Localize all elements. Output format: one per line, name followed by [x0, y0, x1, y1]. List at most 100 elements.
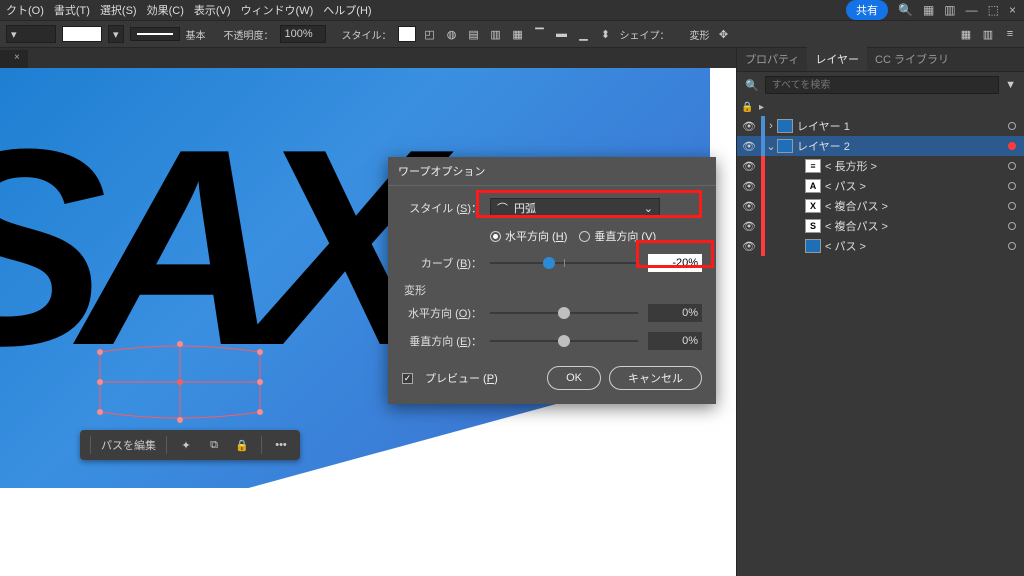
dropdown-1[interactable]: ▾ — [6, 25, 56, 43]
target-icon[interactable] — [1008, 182, 1016, 190]
layer-row[interactable]: 👁 ⌄ レイヤー 2 — [737, 136, 1024, 156]
vert-value[interactable]: 0% — [648, 332, 702, 350]
curve-row: カーブ (B)： -20% — [402, 254, 702, 272]
close-icon[interactable]: × — [1009, 3, 1016, 17]
transform-section-label: 変形 — [404, 282, 702, 298]
menu-object[interactable]: クト(O) — [6, 2, 44, 18]
tab-properties[interactable]: プロパティ — [737, 47, 807, 71]
panel-tabs: プロパティ レイヤー CC ライブラリ — [737, 48, 1024, 72]
align-left-icon[interactable]: ▤ — [466, 26, 482, 42]
target-icon[interactable] — [1008, 222, 1016, 230]
more-options-icon[interactable]: ••• — [272, 436, 290, 454]
menu-window[interactable]: ウィンドウ(W) — [241, 2, 314, 18]
menu-type[interactable]: 書式(T) — [54, 2, 90, 18]
layer-name: < 複合パス > — [825, 218, 888, 234]
recolor-icon[interactable]: ◍ — [444, 26, 460, 42]
style-swatch[interactable] — [398, 26, 416, 42]
align-right-icon[interactable]: ▦ — [510, 26, 526, 42]
visibility-icon[interactable]: 👁 — [737, 180, 761, 193]
target-icon[interactable] — [1008, 242, 1016, 250]
opacity-value[interactable]: 100% — [280, 25, 326, 43]
edit-path-button[interactable]: パスを編集 — [101, 437, 156, 453]
horiz-slider[interactable] — [490, 305, 638, 321]
align-bottom-icon[interactable]: ▁ — [576, 26, 592, 42]
more-icon[interactable]: ≡ — [1002, 26, 1018, 42]
layer-row[interactable]: 👁S< 複合パス > — [737, 216, 1024, 236]
arrange-icon[interactable]: ▦ — [923, 3, 934, 17]
layer-row[interactable]: 👁›レイヤー 1 — [737, 116, 1024, 136]
style-select[interactable]: ⌒ 円弧 ⌄ — [490, 198, 660, 218]
preview-checkbox[interactable] — [402, 373, 413, 384]
cancel-button[interactable]: キャンセル — [609, 366, 702, 390]
shape-label[interactable]: シェイプ： — [620, 27, 670, 42]
layer-row[interactable]: 👁X< 複合パス > — [737, 196, 1024, 216]
ok-button[interactable]: OK — [547, 366, 601, 390]
expand-icon[interactable]: › — [765, 120, 777, 132]
contextual-task-bar: パスを編集 ✦ ⧉ 🔒 ••• — [80, 430, 300, 460]
layer-list: 👁›レイヤー 1👁⌄レイヤー 2👁≡< 長方形 >👁A< パス >👁X< 複合パ… — [737, 116, 1024, 256]
layer-row[interactable]: 👁< パス > — [737, 236, 1024, 256]
orientation-vertical-radio[interactable]: 垂直方向 (V) — [579, 228, 656, 244]
chevron-down-icon[interactable]: ▸ — [759, 102, 764, 113]
vert-distort-row: 垂直方向 (E)： 0% — [402, 332, 702, 350]
document-tab[interactable]: × — [0, 50, 28, 70]
target-icon[interactable] — [1008, 162, 1016, 170]
tab-cc-libraries[interactable]: CC ライブラリ — [867, 47, 957, 71]
curve-slider[interactable] — [490, 255, 638, 271]
target-icon[interactable] — [1008, 122, 1016, 130]
layer-row[interactable]: 👁≡< 長方形 > — [737, 156, 1024, 176]
tab-layers[interactable]: レイヤー — [807, 47, 867, 71]
group-icon[interactable]: ⧉ — [205, 436, 223, 454]
style-row: スタイル (S)： ⌒ 円弧 ⌄ — [402, 198, 702, 218]
expand-icon[interactable]: ⌄ — [765, 140, 777, 153]
doc-setup-icon[interactable]: ◰ — [422, 26, 438, 42]
target-icon[interactable] — [1008, 202, 1016, 210]
fill-dropdown[interactable]: ▾ — [108, 25, 124, 43]
grid-icon[interactable]: ▥ — [980, 26, 996, 42]
vert-slider[interactable] — [490, 333, 638, 349]
visibility-icon[interactable]: 👁 — [737, 120, 761, 133]
isolate-icon[interactable]: ▦ — [958, 26, 974, 42]
maximize-icon[interactable]: ⬚ — [988, 3, 999, 17]
menu-bar: クト(O) 書式(T) 選択(S) 効果(C) 表示(V) ウィンドウ(W) ヘ… — [0, 0, 1024, 20]
horiz-value[interactable]: 0% — [648, 304, 702, 322]
transform-icon[interactable]: ✥ — [716, 26, 732, 42]
arrange-icon[interactable]: ✦ — [177, 436, 195, 454]
target-icon[interactable] — [1008, 142, 1016, 150]
visibility-icon[interactable]: 👁 — [737, 220, 761, 233]
lock-column-icon: 🔒 — [741, 102, 753, 113]
warp-mesh[interactable] — [100, 346, 260, 418]
minimize-icon[interactable]: — — [966, 3, 978, 17]
visibility-icon[interactable]: 👁 — [737, 140, 761, 153]
filter-icon[interactable]: ▼ — [1005, 79, 1016, 91]
orientation-horizontal-radio[interactable]: 水平方向 (H) — [490, 228, 567, 244]
layer-header: 🔒 ▸ — [737, 98, 1024, 116]
right-panel: プロパティ レイヤー CC ライブラリ 🔍 ▼ 🔒 ▸ 👁›レイヤー 1👁⌄レイ… — [736, 48, 1024, 576]
share-button[interactable]: 共有 — [846, 0, 888, 20]
fill-swatch[interactable] — [62, 26, 102, 42]
visibility-icon[interactable]: 👁 — [737, 160, 761, 173]
align-vcenter-icon[interactable]: ▬ — [554, 26, 570, 42]
menu-effect[interactable]: 効果(C) — [147, 2, 184, 18]
distribute-icon[interactable]: ⬍ — [598, 26, 614, 42]
menu-view[interactable]: 表示(V) — [194, 2, 231, 18]
menu-select[interactable]: 選択(S) — [100, 2, 137, 18]
chevron-down-icon: ⌄ — [644, 202, 653, 215]
layer-row[interactable]: 👁A< パス > — [737, 176, 1024, 196]
layer-name: レイヤー 2 — [797, 138, 850, 154]
transform-label[interactable]: 変形 — [690, 27, 710, 42]
stroke-preview[interactable] — [130, 27, 180, 41]
close-tab-icon[interactable]: × — [14, 52, 20, 63]
menu-help[interactable]: ヘルプ(H) — [323, 2, 371, 18]
lock-icon[interactable]: 🔒 — [233, 436, 251, 454]
workspace-icon[interactable]: ▥ — [944, 3, 955, 17]
visibility-icon[interactable]: 👁 — [737, 200, 761, 213]
align-hcenter-icon[interactable]: ▥ — [488, 26, 504, 42]
visibility-icon[interactable]: 👁 — [737, 240, 761, 253]
layer-search-input[interactable] — [765, 76, 999, 94]
curve-value[interactable]: -20% — [648, 254, 702, 272]
search-icon[interactable]: 🔍 — [898, 3, 913, 17]
warp-options-dialog: ワープオプション スタイル (S)： ⌒ 円弧 ⌄ 水平方向 (H) 垂直方向 … — [388, 157, 716, 404]
align-top-icon[interactable]: ▔ — [532, 26, 548, 42]
arc-icon: ⌒ — [497, 200, 508, 216]
